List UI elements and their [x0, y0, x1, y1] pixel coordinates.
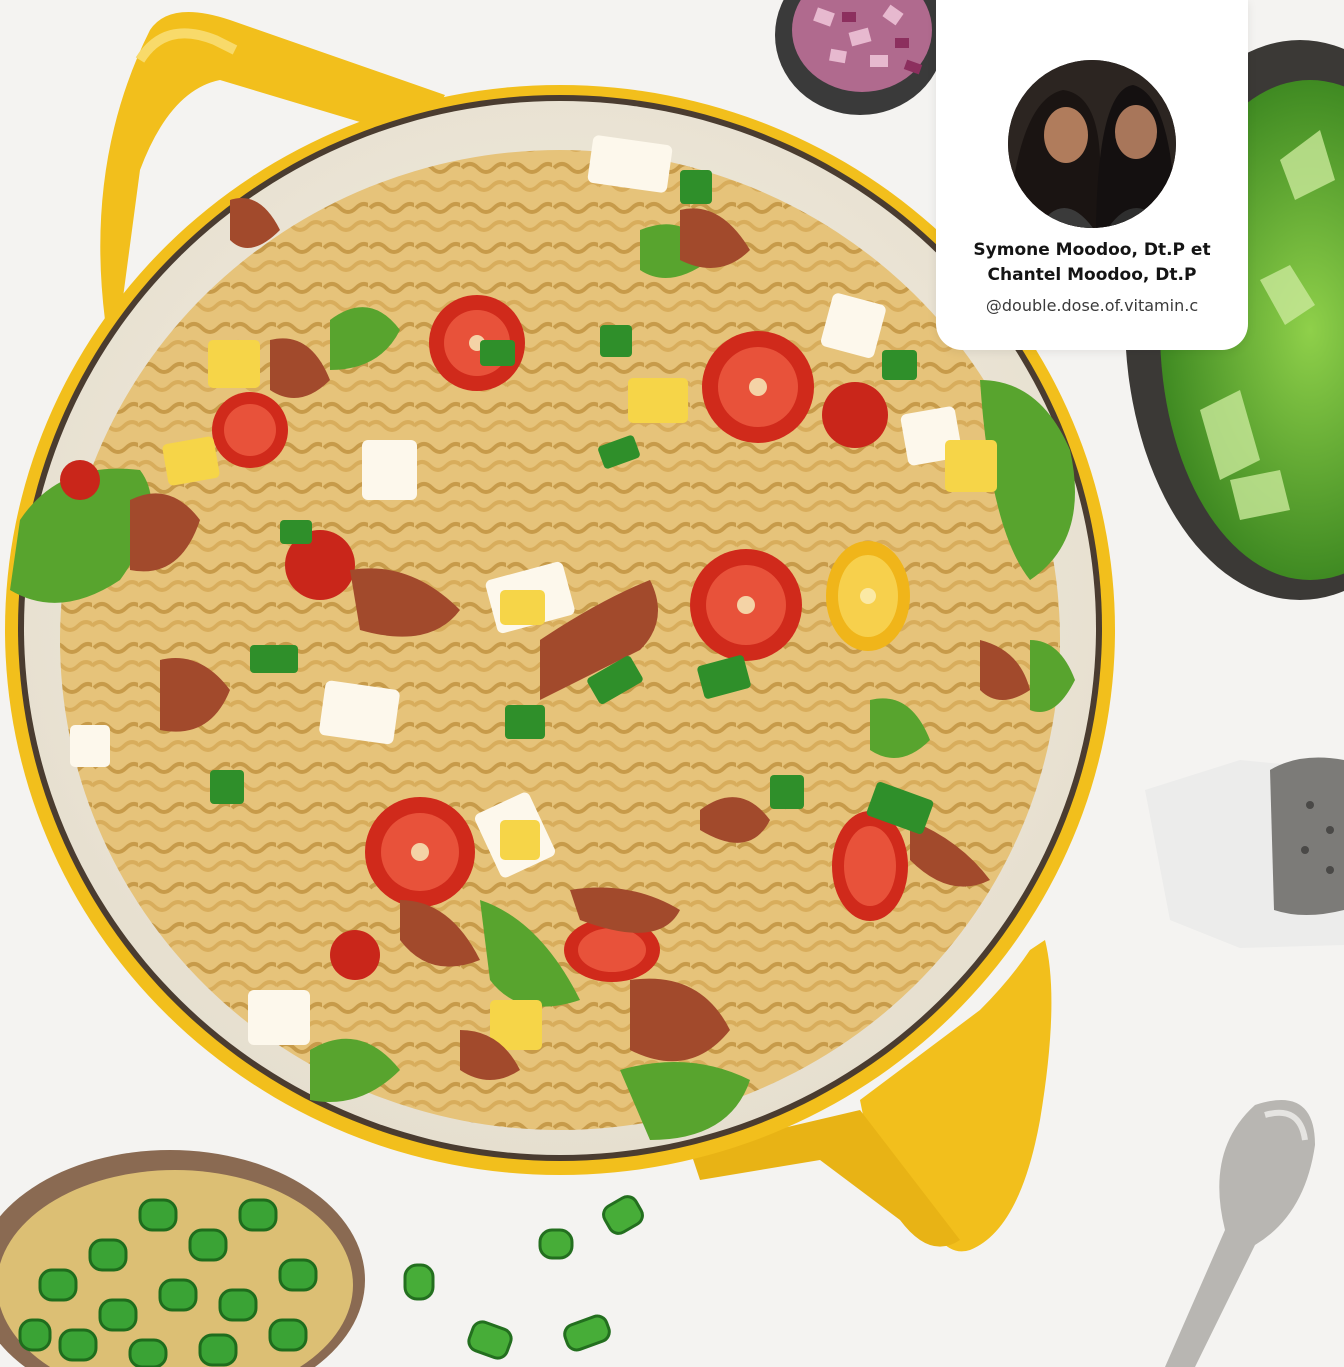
author-handle[interactable]: @double.dose.of.vitamin.c — [946, 296, 1238, 315]
author-name-line-2: Chantel Moodoo, Dt.P — [987, 265, 1197, 285]
author-name: Symone Moodoo, Dt.P et Chantel Moodoo, D… — [946, 238, 1238, 288]
author-photo — [1008, 60, 1176, 228]
author-name-line-1: Symone Moodoo, Dt.P et — [973, 240, 1211, 260]
salt-shaker — [1145, 757, 1344, 948]
author-card: Symone Moodoo, Dt.P et Chantel Moodoo, D… — [936, 0, 1248, 350]
author-avatar — [1008, 60, 1176, 228]
